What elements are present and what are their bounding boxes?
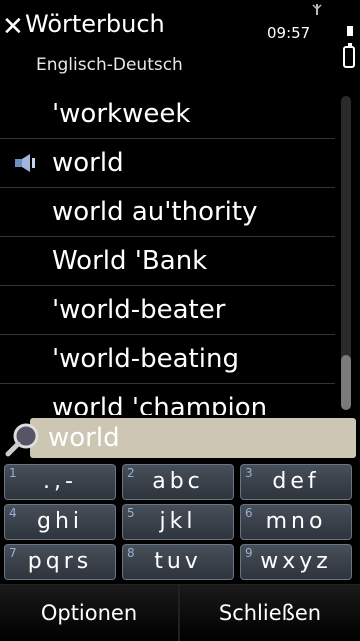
key-3[interactable]: 3 def bbox=[240, 464, 352, 500]
key-7[interactable]: 7 pqrs bbox=[4, 544, 116, 580]
key-letters: .,- bbox=[43, 469, 77, 494]
list-item[interactable]: world 'champion bbox=[0, 384, 335, 415]
search-input-value: world bbox=[48, 423, 120, 453]
entry-text: world au'thority bbox=[52, 197, 258, 227]
keypad: 1 .,- 2 abc 3 def 4 ghi 5 jkl 6 mno 7 pq… bbox=[4, 464, 356, 582]
key-6[interactable]: 6 mno bbox=[240, 504, 352, 540]
key-letters: ghi bbox=[36, 509, 84, 534]
key-letters: jkl bbox=[159, 509, 197, 534]
key-2[interactable]: 2 abc bbox=[122, 464, 234, 500]
list-item[interactable]: 'workweek bbox=[0, 90, 335, 139]
speaker-icon[interactable] bbox=[14, 153, 38, 173]
list-item[interactable]: world bbox=[0, 139, 335, 188]
key-letters: def bbox=[272, 469, 320, 494]
entry-text: world bbox=[52, 148, 124, 178]
signal-antenna-icon bbox=[312, 4, 322, 15]
key-letters: tuv bbox=[154, 549, 202, 574]
battery-icon bbox=[343, 43, 355, 68]
magnifier-icon bbox=[5, 423, 39, 457]
app-title: Wörterbuch bbox=[25, 10, 165, 38]
list-item[interactable]: 'world-beating bbox=[0, 335, 335, 384]
entry-text: 'workweek bbox=[52, 99, 191, 129]
search-input[interactable]: world bbox=[30, 418, 356, 458]
list-item[interactable]: world au'thority bbox=[0, 188, 335, 237]
list-item[interactable]: 'world-beater bbox=[0, 286, 335, 335]
dictionary-language-pair: Englisch-Deutsch bbox=[36, 55, 183, 75]
softkey-bar: Optionen Schließen bbox=[0, 584, 360, 641]
close-softkey[interactable]: Schließen bbox=[180, 585, 360, 641]
title-bar: ✕ Wörterbuch Englisch-Deutsch 09:57 bbox=[0, 0, 360, 90]
entry-text: 'world-beating bbox=[52, 344, 239, 374]
list-item[interactable]: World 'Bank bbox=[0, 237, 335, 286]
key-letters: pqrs bbox=[27, 549, 93, 574]
entry-text: 'world-beater bbox=[52, 295, 226, 325]
key-letters: wxyz bbox=[260, 549, 332, 574]
scrollbar-thumb[interactable] bbox=[341, 355, 351, 410]
key-letters: abc bbox=[152, 469, 204, 494]
entry-text: world 'champion bbox=[52, 393, 268, 415]
word-list: 'workweek world world au'thority World '… bbox=[0, 90, 335, 415]
key-4[interactable]: 4 ghi bbox=[4, 504, 116, 540]
key-letters: mno bbox=[265, 509, 327, 534]
signal-strength-icon bbox=[347, 26, 353, 36]
close-icon[interactable]: ✕ bbox=[2, 14, 24, 40]
key-9[interactable]: 9 wxyz bbox=[240, 544, 352, 580]
entry-text: World 'Bank bbox=[52, 246, 208, 276]
clock: 09:57 bbox=[267, 24, 311, 42]
key-5[interactable]: 5 jkl bbox=[122, 504, 234, 540]
key-8[interactable]: 8 tuv bbox=[122, 544, 234, 580]
key-1[interactable]: 1 .,- bbox=[4, 464, 116, 500]
options-softkey[interactable]: Optionen bbox=[0, 585, 180, 641]
